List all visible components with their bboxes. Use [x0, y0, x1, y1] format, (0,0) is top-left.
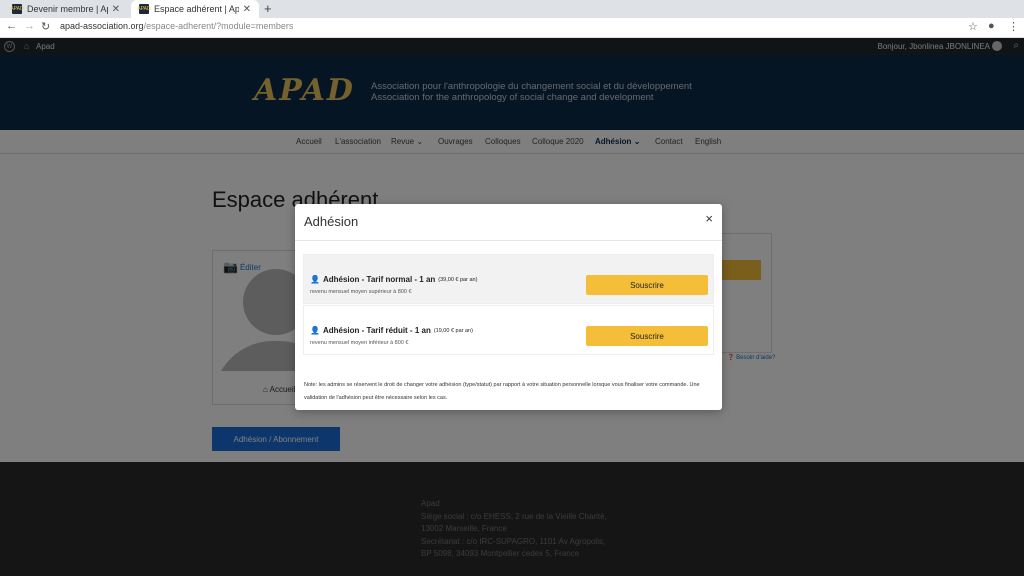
browser-tabbar: APAD Devenir membre | Apad ✕ APAD Espace…: [0, 0, 1024, 18]
modal-divider: [295, 240, 722, 241]
back-icon[interactable]: ←: [6, 20, 17, 32]
modal-title: Adhésion: [304, 214, 359, 229]
subscribe-normal-button[interactable]: Souscrire: [586, 275, 708, 295]
plan-description: revenu mensuel moyen supérieur à 800 €: [310, 289, 412, 295]
plan-title: 👤 Adhésion - Tarif normal - 1 an (39,00 …: [310, 275, 477, 284]
menu-kebab-icon[interactable]: ⋮: [1008, 20, 1019, 33]
browser-tab-espace-adherent[interactable]: APAD Espace adhérent | Apad ✕: [131, 0, 259, 18]
plan-price: (39,00 € par an): [438, 276, 478, 283]
plan-title: 👤 Adhésion - Tarif réduit - 1 an (19,00 …: [310, 326, 473, 335]
apad-favicon-icon: APAD: [10, 4, 24, 14]
bookmark-star-icon[interactable]: ☆: [968, 20, 978, 33]
tab-title: Espace adhérent | Apad: [154, 4, 239, 14]
account-icon[interactable]: ●: [988, 20, 995, 32]
plan-price: (19,00 € par an): [433, 327, 473, 334]
url-field[interactable]: apad-association.org/espace-adherent/?mo…: [60, 21, 293, 31]
reload-icon[interactable]: ↻: [41, 20, 50, 33]
close-tab-icon[interactable]: ✕: [112, 4, 120, 15]
plan-name: Adhésion - Tarif réduit - 1 an: [322, 326, 431, 335]
forward-icon[interactable]: →: [24, 20, 35, 32]
subscribe-reduit-button[interactable]: Souscrire: [586, 326, 708, 346]
modal-note: Note: les admins se réservent le droit d…: [304, 382, 700, 401]
plan-name: Adhésion - Tarif normal - 1 an: [322, 275, 436, 284]
close-icon[interactable]: ×: [705, 211, 713, 226]
new-tab-button[interactable]: +: [264, 1, 272, 16]
close-tab-icon[interactable]: ✕: [243, 4, 251, 15]
url-host: apad-association.org: [60, 21, 144, 31]
plan-normal: 👤 Adhésion - Tarif normal - 1 an (39,00 …: [303, 254, 714, 304]
plan-description: revenu mensuel moyen inférieur à 800 €: [310, 340, 409, 346]
url-path: /espace-adherent/?module=members: [143, 21, 294, 31]
membership-modal: Adhésion × 👤 Adhésion - Tarif normal - 1…: [295, 204, 722, 410]
apad-favicon-icon: APAD: [137, 4, 151, 14]
browser-tab-devenir-membre[interactable]: APAD Devenir membre | Apad ✕: [4, 0, 128, 18]
tab-title: Devenir membre | Apad: [27, 4, 108, 14]
address-bar: ← → ↻ apad-association.org/espace-adhere…: [0, 18, 1024, 38]
user-icon: 👤: [310, 275, 320, 284]
user-icon: 👤: [310, 326, 320, 335]
plan-reduit: 👤 Adhésion - Tarif réduit - 1 an (19,00 …: [303, 305, 714, 355]
